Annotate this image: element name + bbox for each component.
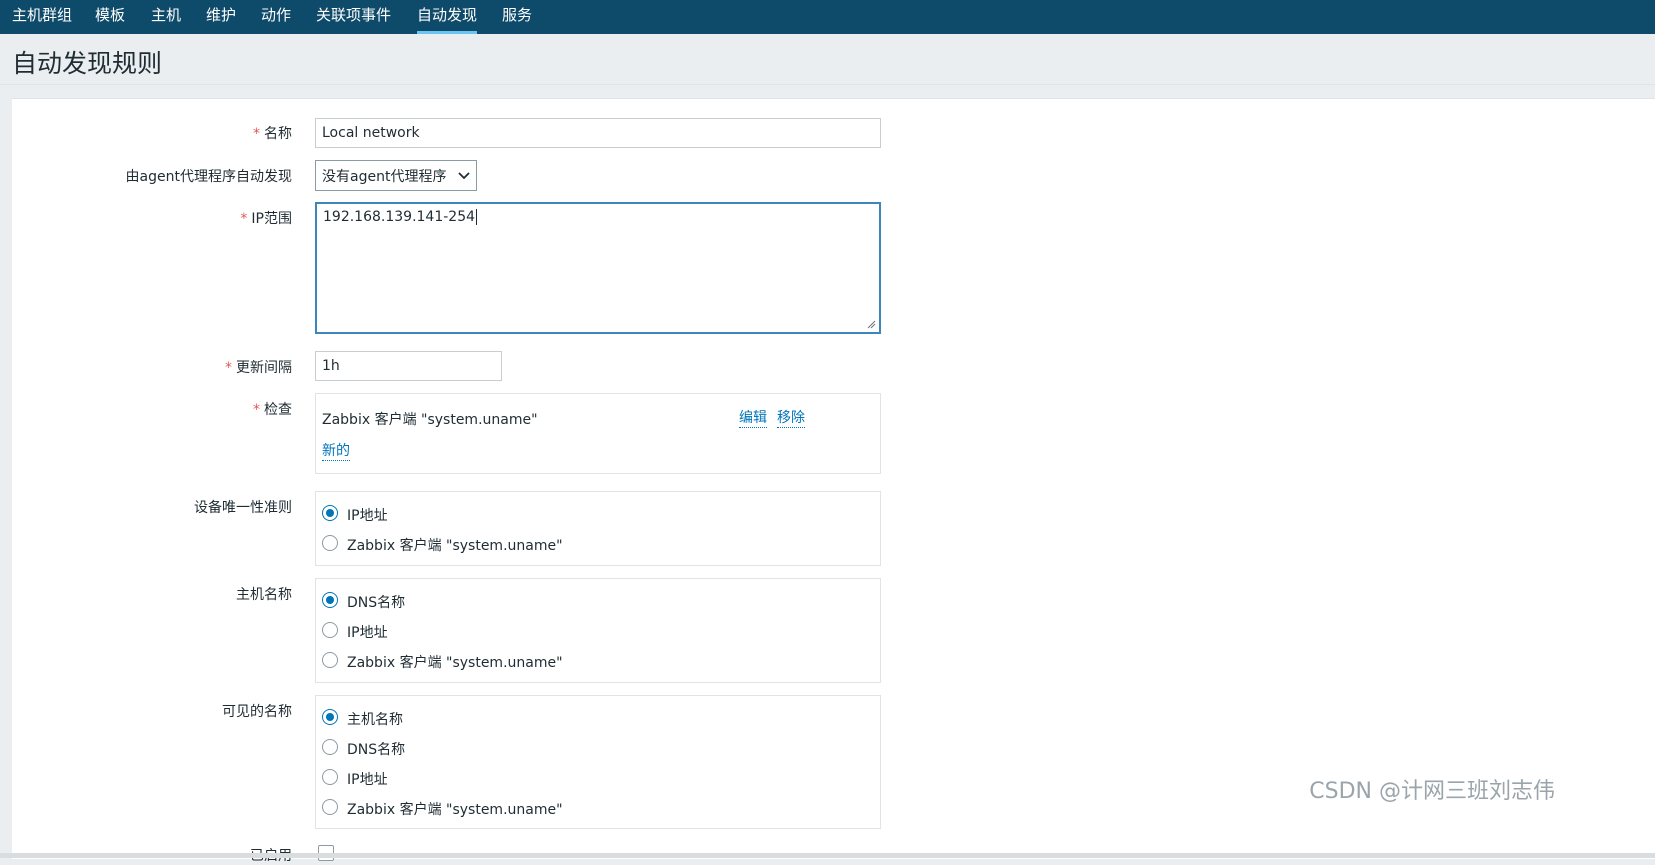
host-name-label: 主机名称 xyxy=(236,587,292,603)
visible-name-option-hostname: 主机名称 xyxy=(347,712,403,728)
nav-item-maintenance[interactable]: 维护 xyxy=(206,0,236,34)
check-edit-link[interactable]: 编辑 xyxy=(739,409,767,428)
check-remove-link[interactable]: 移除 xyxy=(777,409,805,428)
update-interval-label: * 更新间隔 xyxy=(225,360,292,376)
checks-label: * 检查 xyxy=(253,402,292,418)
ip-range-label: * IP范围 xyxy=(240,211,292,227)
host-name-option-uname: Zabbix 客户端 "system.uname" xyxy=(347,655,563,671)
visible-name-radio-uname[interactable] xyxy=(322,799,338,815)
visible-name-radio-dns[interactable] xyxy=(322,739,338,755)
host-name-radio-ip[interactable] xyxy=(322,622,338,638)
visible-name-radio-ip[interactable] xyxy=(322,769,338,785)
proxy-label: 由agent代理程序自动发现 xyxy=(125,169,292,185)
horizontal-scrollbar[interactable] xyxy=(0,853,1655,858)
visible-name-label: 可见的名称 xyxy=(222,704,292,720)
resize-handle-icon[interactable] xyxy=(866,319,876,329)
visible-name-radio-hostname[interactable] xyxy=(322,709,338,725)
host-name-option-ip: IP地址 xyxy=(347,625,388,641)
text-caret xyxy=(476,209,478,225)
ip-range-textarea[interactable]: 192.168.139.141-254 xyxy=(315,202,881,334)
uniqueness-option-ip: IP地址 xyxy=(347,508,388,524)
chevron-down-icon xyxy=(458,171,470,179)
nav-item-services[interactable]: 服务 xyxy=(502,0,532,34)
uniqueness-radio-ip[interactable] xyxy=(322,505,338,521)
check-item-name: Zabbix 客户端 "system.uname" xyxy=(322,412,538,428)
watermark: CSDN @计网三班刘志伟 xyxy=(1309,779,1555,804)
visible-name-option-uname: Zabbix 客户端 "system.uname" xyxy=(347,802,563,818)
page-title: 自动发现规则 xyxy=(12,49,163,78)
ip-range-value: 192.168.139.141-254 xyxy=(323,209,476,225)
host-name-radio-dns[interactable] xyxy=(322,592,338,608)
name-input[interactable] xyxy=(315,118,881,148)
check-new-link[interactable]: 新的 xyxy=(322,442,350,461)
name-label: * 名称 xyxy=(253,126,292,142)
proxy-select[interactable]: 没有agent代理程序 xyxy=(315,160,477,191)
nav-item-hosts[interactable]: 主机 xyxy=(151,0,181,34)
host-name-option-dns: DNS名称 xyxy=(347,595,406,611)
nav-item-templates[interactable]: 模板 xyxy=(95,0,125,34)
update-interval-input[interactable] xyxy=(315,351,502,381)
uniqueness-option-uname: Zabbix 客户端 "system.uname" xyxy=(347,538,563,554)
visible-name-option-dns: DNS名称 xyxy=(347,742,406,758)
nav-item-discovery[interactable]: 自动发现 xyxy=(417,0,478,34)
checks-box xyxy=(315,393,881,474)
nav-item-host-groups[interactable]: 主机群组 xyxy=(12,0,72,34)
host-name-radio-uname[interactable] xyxy=(322,652,338,668)
uniqueness-radio-uname[interactable] xyxy=(322,535,338,551)
header-divider xyxy=(0,84,1655,85)
nav-item-correlation[interactable]: 关联项事件 xyxy=(316,0,391,34)
visible-name-option-ip: IP地址 xyxy=(347,772,388,788)
nav-item-actions[interactable]: 动作 xyxy=(261,0,291,34)
proxy-select-value: 没有agent代理程序 xyxy=(322,168,447,185)
top-navigation: 主机群组 模板 主机 维护 动作 关联项事件 自动发现 服务 xyxy=(0,0,1655,34)
uniqueness-label: 设备唯一性准则 xyxy=(194,500,292,516)
